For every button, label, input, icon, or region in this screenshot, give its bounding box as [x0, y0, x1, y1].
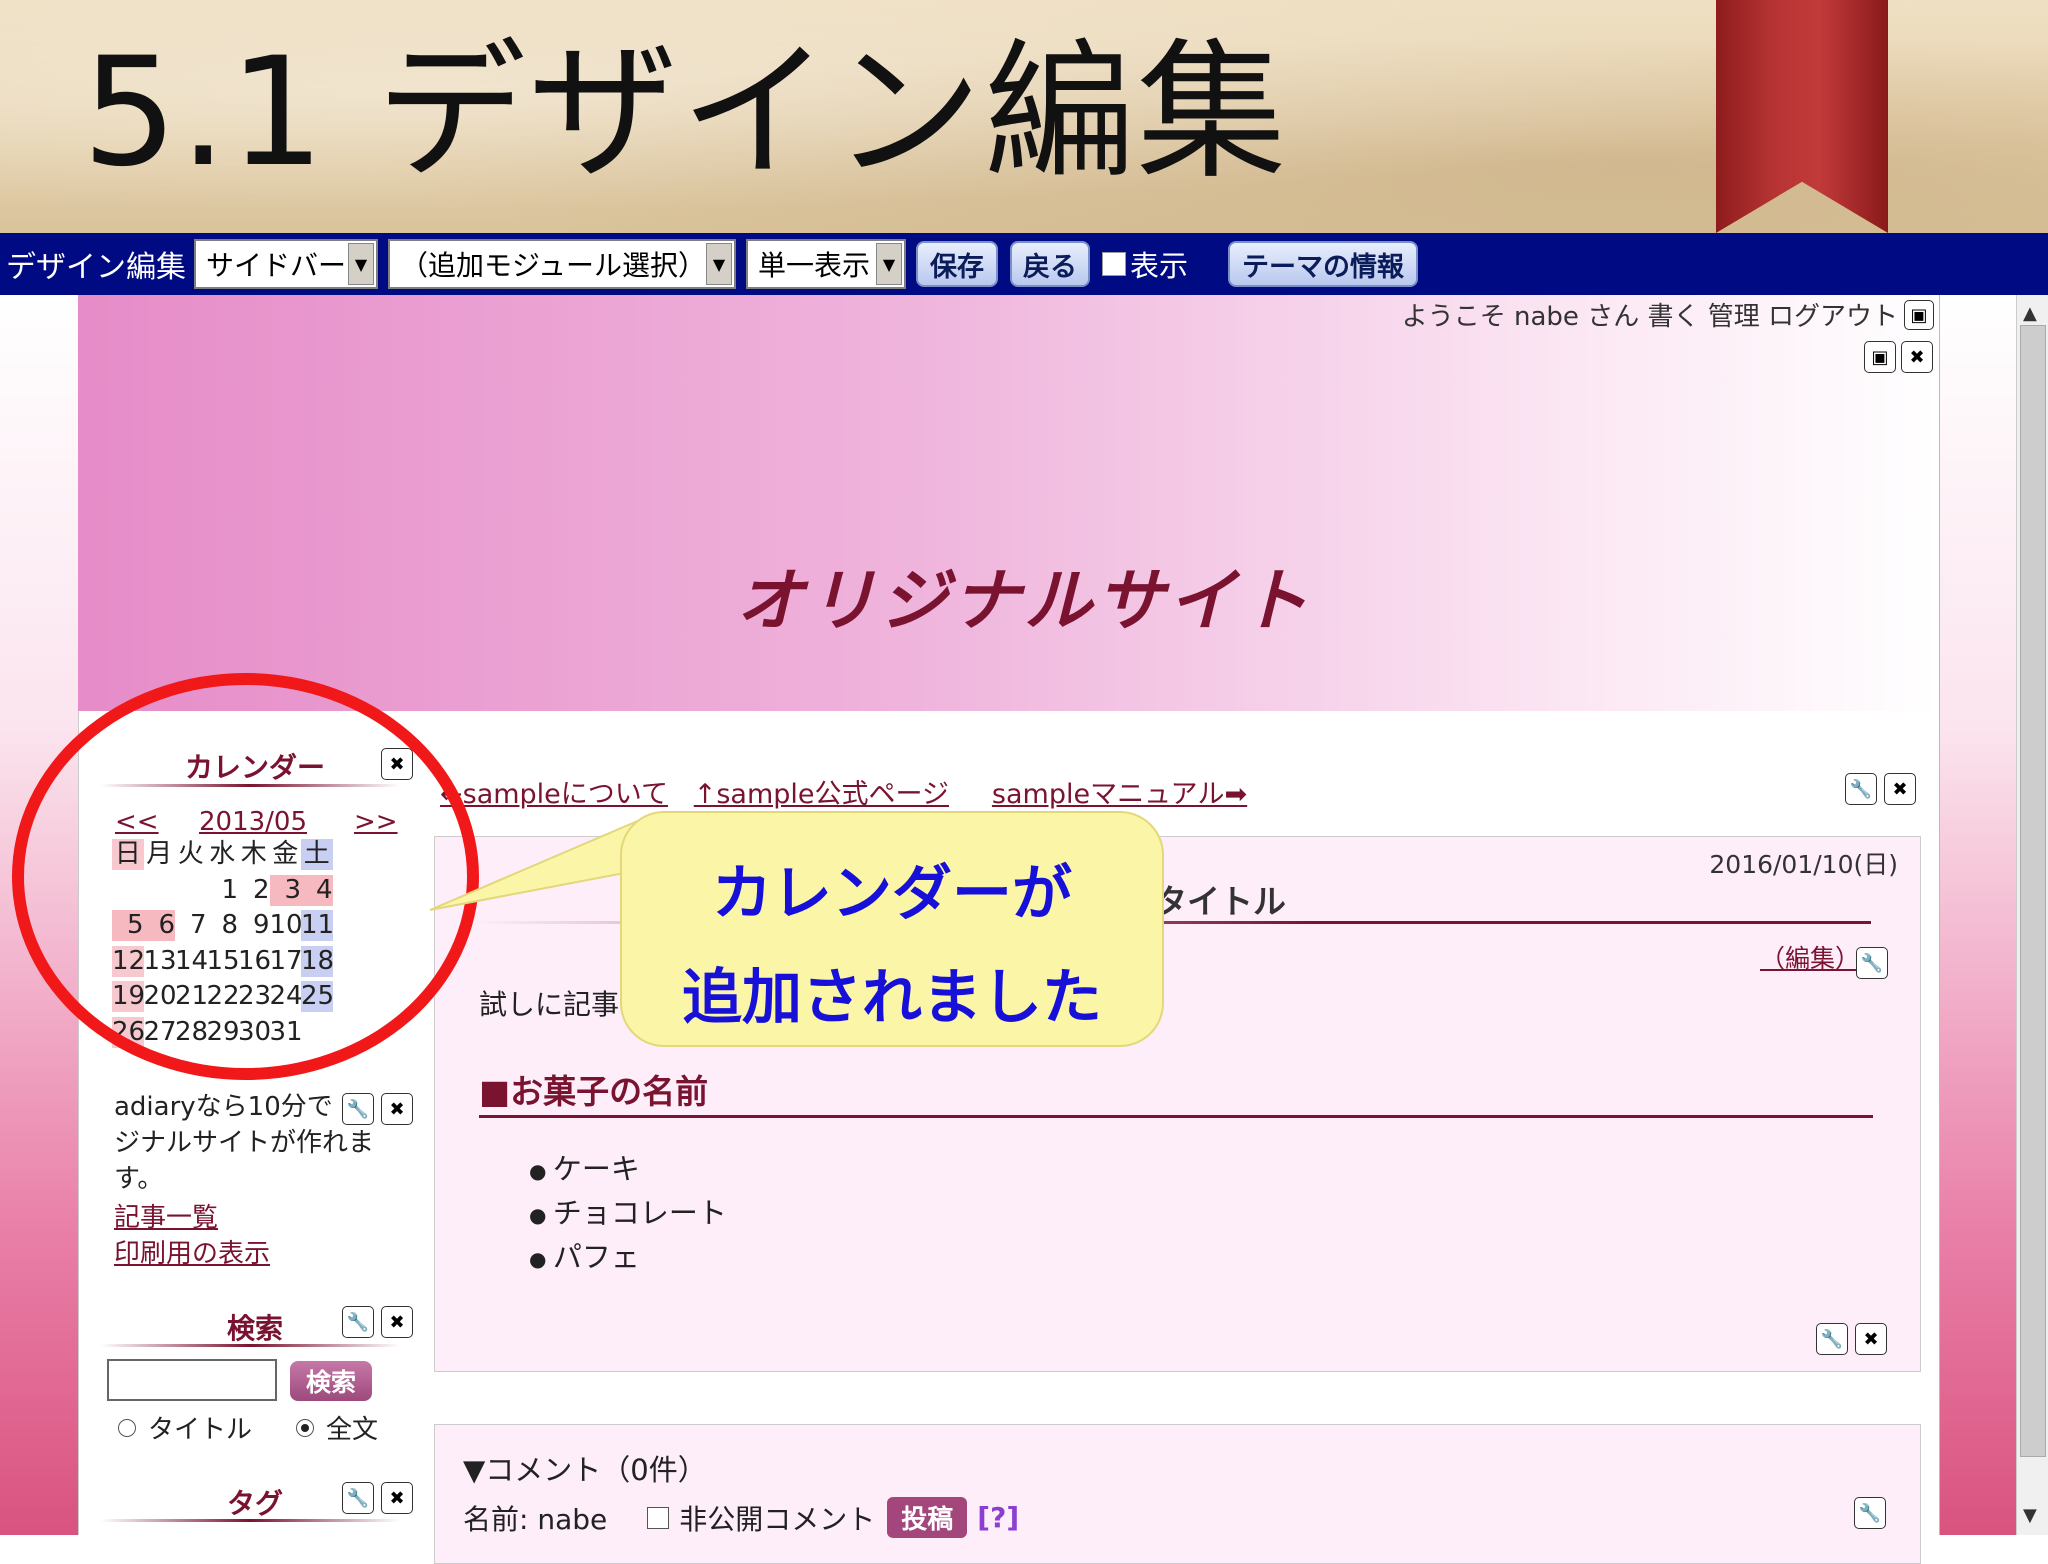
- wrench-icon[interactable]: 🔧: [1845, 773, 1877, 805]
- user-nav[interactable]: ようこそ nabe さん 書く 管理 ログアウト: [1402, 296, 1898, 333]
- slide-header: 5.1 デザイン編集: [0, 0, 2048, 233]
- comment-name-label: 名前: nabe: [463, 1502, 608, 1536]
- section-heading: ■お菓子の名前: [479, 1072, 709, 1111]
- callout-bubble: カレンダーが 追加されました: [620, 811, 1164, 1047]
- slide-title: 5.1 デザイン編集: [82, 26, 1289, 200]
- area-select-value: サイドバー: [206, 249, 347, 282]
- sidebar-description: adiaryなら10分で ジナルサイトが作れま す。: [114, 1089, 374, 1197]
- radio-title-label: タイトル: [148, 1415, 253, 1445]
- scroll-thumb[interactable]: [2020, 325, 2046, 1457]
- checkbox-box[interactable]: [1102, 252, 1126, 276]
- image-icon[interactable]: ▣: [1864, 341, 1896, 373]
- description-line: ジナルサイトが作れま: [114, 1128, 375, 1158]
- scroll-up-icon[interactable]: ▲: [2023, 303, 2037, 324]
- close-icon[interactable]: ✖: [381, 1482, 413, 1514]
- close-icon[interactable]: ✖: [1884, 773, 1916, 805]
- search-heading: 検索: [226, 1312, 283, 1345]
- show-checkbox-label: 表示: [1130, 249, 1189, 283]
- wrench-icon[interactable]: 🔧: [1856, 947, 1888, 979]
- radio-button[interactable]: [296, 1418, 314, 1437]
- view-select[interactable]: 単一表示 ▼: [746, 239, 906, 289]
- module-select-value: （追加モジュール選択）: [400, 249, 707, 282]
- site-banner: [78, 295, 1938, 711]
- close-icon[interactable]: ✖: [381, 1306, 413, 1338]
- print-link[interactable]: 印刷用の表示: [114, 1233, 270, 1270]
- article-date: 2016/01/10(日): [1709, 850, 1898, 879]
- area-select[interactable]: サイドバー ▼: [194, 239, 378, 289]
- tag-heading: タグ: [226, 1487, 283, 1520]
- chevron-down-icon: ▼: [706, 243, 732, 285]
- search-input[interactable]: [107, 1359, 277, 1401]
- module-select[interactable]: （追加モジュール選択） ▼: [388, 239, 736, 289]
- scrollbar[interactable]: ▲ ▼: [2016, 295, 2048, 1535]
- comment-heading[interactable]: ▼コメント（0件）: [463, 1447, 707, 1489]
- site-title[interactable]: オリジナルサイト: [0, 545, 2048, 644]
- show-checkbox[interactable]: 表示: [1102, 243, 1188, 285]
- section-heading-line: [479, 1115, 1873, 1118]
- wrench-icon[interactable]: 🔧: [342, 1482, 374, 1514]
- description-line: adiaryなら10分で: [114, 1092, 333, 1122]
- articles-link[interactable]: 記事一覧: [114, 1197, 218, 1234]
- post-button[interactable]: 投稿: [887, 1497, 968, 1538]
- theme-info-button[interactable]: テーマの情報: [1228, 241, 1419, 287]
- list-item: ケーキ: [529, 1148, 727, 1192]
- tag-heading-line: [100, 1519, 400, 1522]
- private-label: 非公開コメント: [679, 1502, 876, 1536]
- wrench-icon[interactable]: 🔧: [342, 1093, 374, 1125]
- chevron-down-icon: ▼: [348, 243, 374, 285]
- list-item: パフェ: [529, 1236, 727, 1280]
- private-checkbox[interactable]: [647, 1506, 670, 1529]
- comment-form-row: 名前: nabe 非公開コメント 投稿 [?]: [463, 1497, 1019, 1538]
- radio-title[interactable]: タイトル: [118, 1409, 252, 1446]
- toolbar-label: デザイン編集: [6, 250, 186, 285]
- callout-line-1: カレンダーが: [712, 859, 1072, 929]
- save-button[interactable]: 保存: [916, 241, 998, 287]
- design-toolbar: デザイン編集 サイドバー ▼ （追加モジュール選択） ▼ 単一表示 ▼ 保存 戻…: [0, 233, 2048, 295]
- search-heading-line: [100, 1344, 400, 1347]
- image-icon[interactable]: ▣: [1904, 300, 1934, 330]
- scroll-down-icon[interactable]: ▼: [2023, 1505, 2037, 1526]
- close-icon[interactable]: ✖: [1901, 341, 1933, 373]
- callout-line-2: 追加されました: [682, 963, 1102, 1033]
- search-button[interactable]: 検索: [290, 1361, 372, 1401]
- close-icon[interactable]: ✖: [381, 1093, 413, 1125]
- back-button[interactable]: 戻る: [1010, 241, 1090, 287]
- sweets-list: ケーキ チョコレート パフェ: [529, 1148, 727, 1280]
- chevron-down-icon: ▼: [876, 243, 902, 285]
- radio-full-label: 全文: [326, 1415, 379, 1445]
- close-icon[interactable]: ✖: [1855, 1323, 1887, 1355]
- nav-official-link[interactable]: ↑sample公式ページ: [694, 779, 949, 810]
- article-edit-link[interactable]: （編集）: [1760, 939, 1860, 975]
- comment-section: ▼コメント（0件） 名前: nabe 非公開コメント 投稿 [?]: [434, 1424, 1921, 1564]
- radio-button[interactable]: [118, 1418, 136, 1437]
- wrench-icon[interactable]: 🔧: [342, 1306, 374, 1338]
- list-item: チョコレート: [529, 1192, 727, 1236]
- wrench-icon[interactable]: 🔧: [1816, 1323, 1848, 1355]
- help-link[interactable]: [?]: [977, 1501, 1019, 1534]
- wrench-icon[interactable]: 🔧: [1854, 1497, 1886, 1529]
- description-line: す。: [114, 1164, 164, 1194]
- bookmark-ribbon-icon: [1716, 0, 1888, 233]
- radio-full[interactable]: 全文: [296, 1409, 378, 1446]
- nav-manual-link[interactable]: sampleマニュアル➡: [992, 779, 1247, 810]
- view-select-value: 単一表示: [758, 249, 871, 282]
